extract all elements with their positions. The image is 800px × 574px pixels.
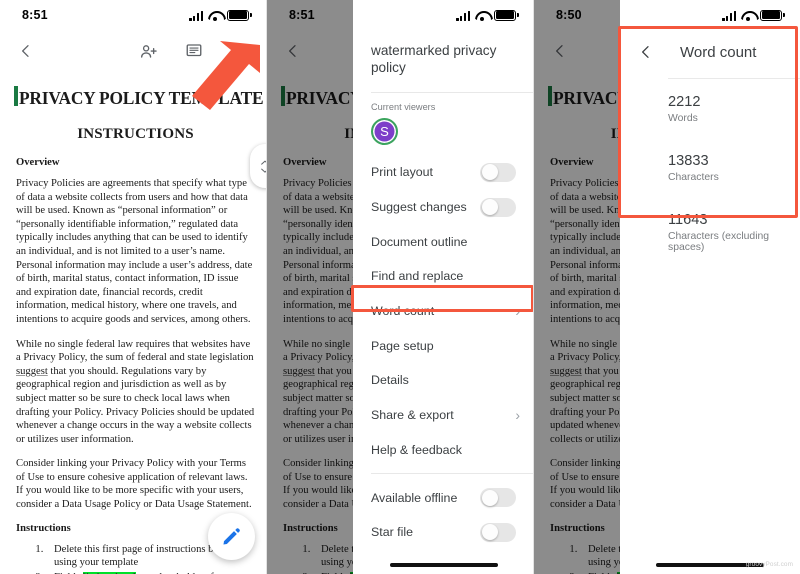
status-time: 8:51 <box>22 8 48 22</box>
battery-icon <box>760 9 785 21</box>
print-layout-toggle[interactable] <box>480 162 516 182</box>
sheet-status-icons <box>353 0 534 30</box>
document-paragraph-1: Privacy Policies are agreements that spe… <box>16 178 253 325</box>
stat-characters-excluding-spaces: 11643 Characters (excluding spaces) <box>668 211 800 253</box>
wifi-icon <box>741 11 755 21</box>
panel-divider <box>533 0 534 574</box>
panel-options-menu: 8:51 PRIVACY POLICY TEMPLATE INSTRUCTION… <box>267 0 534 574</box>
document-subheading-overview: Overview <box>16 157 60 168</box>
suggest-changes-toggle[interactable] <box>480 197 516 217</box>
menu-item-label: Help & feedback <box>371 442 462 457</box>
menu-item-label: Word count <box>371 304 435 319</box>
menu-item-label: Document outline <box>371 234 468 249</box>
wifi-icon <box>475 11 489 21</box>
word-count-header: Word count <box>620 30 800 78</box>
chevron-right-icon: › <box>515 407 520 424</box>
menu-list: Print layout Suggest changes Document ou… <box>353 153 534 550</box>
menu-item-available-offline[interactable]: Available offline <box>353 480 534 515</box>
menu-item-label: Star file <box>371 525 414 540</box>
menu-item-page-setup[interactable]: Page setup <box>353 328 534 363</box>
menu-item-find-and-replace[interactable]: Find and replace <box>353 259 534 294</box>
comment-icon[interactable] <box>182 39 206 63</box>
panel-word-count: 8:50 PRIVACY POLICY TEMPLATE INSTRUCTION… <box>534 0 800 574</box>
stat-value: 13833 <box>668 153 709 169</box>
current-viewers-label: Current viewers <box>371 102 436 112</box>
menu-item-suggest-changes[interactable]: Suggest changes <box>353 190 534 225</box>
menu-item-label: Page setup <box>371 338 434 353</box>
stat-label: Characters <box>668 172 719 183</box>
document-toolbar <box>0 30 267 72</box>
menu-item-details[interactable]: Details <box>353 363 534 398</box>
divider <box>371 473 534 475</box>
stat-value: 11643 <box>668 212 708 228</box>
menu-item-label: Available offline <box>371 490 458 505</box>
options-menu-sheet: watermarked privacy policy Current viewe… <box>353 0 534 574</box>
document-scroll-area[interactable]: PRIVACY POLICY TEMPLATE INSTRUCTIONS Ove… <box>0 72 267 574</box>
back-arrow-icon[interactable] <box>634 40 658 64</box>
home-indicator <box>389 562 498 567</box>
document-heading-instructions: INSTRUCTIONS <box>77 126 194 142</box>
cellular-signal-icon <box>722 10 736 21</box>
status-bar: 8:51 <box>0 0 267 30</box>
word-count-sheet: Word count 2212 Words 13833 Characters 1… <box>620 0 800 574</box>
edit-fab-button[interactable] <box>208 513 255 560</box>
stat-label: Words <box>668 113 698 124</box>
battery-icon <box>494 9 519 21</box>
avatar[interactable]: S <box>371 118 398 145</box>
word-count-title: Word count <box>680 43 757 61</box>
sheet-status-icons <box>620 0 800 30</box>
menu-item-word-count[interactable]: Word count › <box>353 294 534 329</box>
site-watermark: groovyPost.com <box>745 561 793 568</box>
back-arrow-icon[interactable] <box>14 39 38 63</box>
document-paragraph-2: While no single federal law requires tha… <box>16 338 255 445</box>
status-icons <box>189 9 252 21</box>
document-paragraph-3: Consider linking your Privacy Policy wit… <box>16 458 252 511</box>
person-add-icon[interactable] <box>136 39 160 63</box>
stat-characters: 13833 Characters <box>668 152 800 183</box>
menu-item-share-and-export[interactable]: Share & export › <box>353 398 534 433</box>
menu-item-document-outline[interactable]: Document outline <box>353 224 534 259</box>
three-panel-screenshot: 8:51 PRIVACY POLICY TEMPLATE INSTRUCTION… <box>0 0 800 574</box>
more-options-icon[interactable] <box>228 39 252 63</box>
star-file-toggle[interactable] <box>480 522 516 542</box>
menu-item-label: Print layout <box>371 165 433 180</box>
document-title: PRIVACY POLICY TEMPLATE <box>14 86 264 109</box>
cellular-signal-icon <box>189 10 203 21</box>
panel-document-view: 8:51 PRIVACY POLICY TEMPLATE INSTRUCTION… <box>0 0 267 574</box>
battery-icon <box>227 9 252 21</box>
menu-item-star-file[interactable]: Star file <box>353 515 534 550</box>
wifi-icon <box>208 11 222 21</box>
available-offline-toggle[interactable] <box>480 488 516 508</box>
menu-item-help-and-feedback[interactable]: Help & feedback <box>353 433 534 468</box>
cellular-signal-icon <box>456 10 470 21</box>
menu-item-label: Share & export <box>371 408 454 423</box>
panel-divider <box>266 0 267 574</box>
chevron-right-icon: › <box>515 303 520 320</box>
text-cursor-icon <box>14 86 18 106</box>
stat-value: 2212 <box>668 94 701 110</box>
stat-label: Characters (excluding spaces) <box>668 231 770 253</box>
menu-item-label: Details <box>371 373 409 388</box>
scroll-handle[interactable] <box>250 144 267 188</box>
menu-item-label: Find and replace <box>371 269 464 284</box>
menu-item-print-layout[interactable]: Print layout <box>353 155 534 190</box>
word-count-stats: 2212 Words 13833 Characters 11643 Charac… <box>620 79 800 253</box>
document-content: PRIVACY POLICY TEMPLATE INSTRUCTIONS Ove… <box>0 72 267 574</box>
menu-document-title: watermarked privacy policy <box>371 43 497 75</box>
pencil-icon <box>223 528 240 545</box>
menu-item-label: Suggest changes <box>371 200 467 215</box>
stat-words: 2212 Words <box>668 93 800 124</box>
current-viewers-row: S <box>353 112 534 153</box>
